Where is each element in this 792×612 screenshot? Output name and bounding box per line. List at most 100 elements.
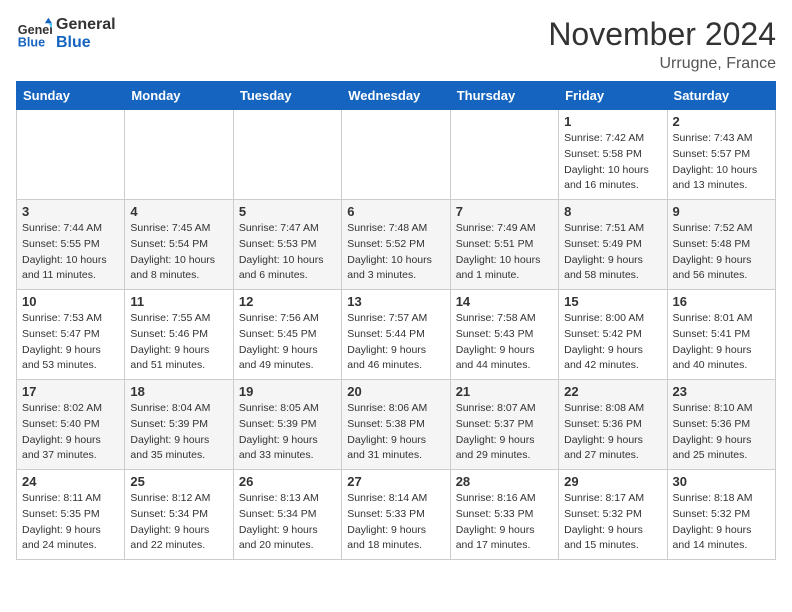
day-number: 5 [239,204,336,219]
day-info: Sunrise: 8:05 AM Sunset: 5:39 PM Dayligh… [239,401,336,464]
calendar-week-2: 10 Sunrise: 7:53 AM Sunset: 5:47 PM Dayli… [17,290,776,380]
day-number: 9 [673,204,770,219]
day-info: Sunrise: 7:51 AM Sunset: 5:49 PM Dayligh… [564,221,661,284]
day-number: 19 [239,384,336,399]
day-info: Sunrise: 8:01 AM Sunset: 5:41 PM Dayligh… [673,311,770,374]
day-info: Sunrise: 8:11 AM Sunset: 5:35 PM Dayligh… [22,491,119,554]
calendar-cell: 26 Sunrise: 8:13 AM Sunset: 5:34 PM Dayli… [233,470,341,560]
logo: General Blue General Blue [16,16,116,52]
day-info: Sunrise: 8:18 AM Sunset: 5:32 PM Dayligh… [673,491,770,554]
day-number: 18 [130,384,227,399]
day-number: 23 [673,384,770,399]
day-number: 26 [239,474,336,489]
calendar-cell: 6 Sunrise: 7:48 AM Sunset: 5:52 PM Daylig… [342,200,450,290]
day-info: Sunrise: 8:16 AM Sunset: 5:33 PM Dayligh… [456,491,553,554]
weekday-header-saturday: Saturday [667,82,775,110]
calendar-cell: 15Sunrise: 8:00 AM Sunset: 5:42 PM Dayli… [559,290,667,380]
calendar-cell: 3Sunrise: 7:44 AM Sunset: 5:55 PM Daylig… [17,200,125,290]
day-number: 27 [347,474,444,489]
svg-text:Blue: Blue [18,36,45,50]
calendar-cell: 30 Sunrise: 8:18 AM Sunset: 5:32 PM Dayli… [667,470,775,560]
day-number: 11 [130,294,227,309]
day-number: 12 [239,294,336,309]
day-info: Sunrise: 8:04 AM Sunset: 5:39 PM Dayligh… [130,401,227,464]
day-info: Sunrise: 7:48 AM Sunset: 5:52 PM Dayligh… [347,221,444,284]
calendar-cell: 17Sunrise: 8:02 AM Sunset: 5:40 PM Dayli… [17,380,125,470]
calendar-cell: 7 Sunrise: 7:49 AM Sunset: 5:51 PM Daylig… [450,200,558,290]
calendar-cell [233,110,341,200]
day-info: Sunrise: 7:52 AM Sunset: 5:48 PM Dayligh… [673,221,770,284]
day-info: Sunrise: 8:10 AM Sunset: 5:36 PM Dayligh… [673,401,770,464]
calendar-cell: 28 Sunrise: 8:16 AM Sunset: 5:33 PM Dayli… [450,470,558,560]
day-number: 14 [456,294,553,309]
day-info: Sunrise: 7:49 AM Sunset: 5:51 PM Dayligh… [456,221,553,284]
page-header: General Blue General Blue November 2024 … [16,16,776,73]
day-info: Sunrise: 7:57 AM Sunset: 5:44 PM Dayligh… [347,311,444,374]
location-subtitle: Urrugne, France [548,55,776,73]
calendar-cell: 5 Sunrise: 7:47 AM Sunset: 5:53 PM Daylig… [233,200,341,290]
logo-line1: General [56,16,116,34]
day-number: 6 [347,204,444,219]
calendar-table: SundayMondayTuesdayWednesdayThursdayFrid… [16,81,776,560]
calendar-cell: 24 Sunrise: 8:11 AM Sunset: 5:35 PM Dayli… [17,470,125,560]
day-info: Sunrise: 7:45 AM Sunset: 5:54 PM Dayligh… [130,221,227,284]
day-info: Sunrise: 7:44 AM Sunset: 5:55 PM Dayligh… [22,221,119,284]
day-info: Sunrise: 8:13 AM Sunset: 5:34 PM Dayligh… [239,491,336,554]
day-number: 21 [456,384,553,399]
calendar-week-3: 17Sunrise: 8:02 AM Sunset: 5:40 PM Dayli… [17,380,776,470]
day-number: 24 [22,474,119,489]
calendar-cell: 12 Sunrise: 7:56 AM Sunset: 5:45 PM Dayli… [233,290,341,380]
day-number: 22 [564,384,661,399]
day-number: 4 [130,204,227,219]
weekday-header-friday: Friday [559,82,667,110]
calendar-cell: 23 Sunrise: 8:10 AM Sunset: 5:36 PM Dayli… [667,380,775,470]
calendar-cell: 4 Sunrise: 7:45 AM Sunset: 5:54 PM Daylig… [125,200,233,290]
day-number: 28 [456,474,553,489]
day-info: Sunrise: 7:43 AM Sunset: 5:57 PM Dayligh… [673,131,770,194]
logo-icon: General Blue [16,16,52,52]
month-title: November 2024 [548,16,776,53]
calendar-week-4: 24 Sunrise: 8:11 AM Sunset: 5:35 PM Dayli… [17,470,776,560]
calendar-cell: 19 Sunrise: 8:05 AM Sunset: 5:39 PM Dayli… [233,380,341,470]
day-number: 8 [564,204,661,219]
day-number: 15 [564,294,661,309]
day-number: 17 [22,384,119,399]
day-number: 25 [130,474,227,489]
day-info: Sunrise: 8:14 AM Sunset: 5:33 PM Dayligh… [347,491,444,554]
day-number: 29 [564,474,661,489]
calendar-cell [342,110,450,200]
calendar-cell: 16Sunrise: 8:01 AM Sunset: 5:41 PM Dayli… [667,290,775,380]
day-info: Sunrise: 8:08 AM Sunset: 5:36 PM Dayligh… [564,401,661,464]
calendar-cell: 18 Sunrise: 8:04 AM Sunset: 5:39 PM Dayli… [125,380,233,470]
calendar-cell: 1Sunrise: 7:42 AM Sunset: 5:58 PM Daylig… [559,110,667,200]
day-number: 30 [673,474,770,489]
day-number: 13 [347,294,444,309]
title-block: November 2024 Urrugne, France [548,16,776,73]
calendar-header: SundayMondayTuesdayWednesdayThursdayFrid… [17,82,776,110]
day-info: Sunrise: 7:53 AM Sunset: 5:47 PM Dayligh… [22,311,119,374]
calendar-cell: 14 Sunrise: 7:58 AM Sunset: 5:43 PM Dayli… [450,290,558,380]
day-info: Sunrise: 7:47 AM Sunset: 5:53 PM Dayligh… [239,221,336,284]
weekday-header-tuesday: Tuesday [233,82,341,110]
weekday-header-monday: Monday [125,82,233,110]
calendar-cell [450,110,558,200]
calendar-cell: 10 Sunrise: 7:53 AM Sunset: 5:47 PM Dayli… [17,290,125,380]
day-info: Sunrise: 8:07 AM Sunset: 5:37 PM Dayligh… [456,401,553,464]
weekday-header-thursday: Thursday [450,82,558,110]
day-number: 10 [22,294,119,309]
day-info: Sunrise: 7:42 AM Sunset: 5:58 PM Dayligh… [564,131,661,194]
calendar-week-0: 1Sunrise: 7:42 AM Sunset: 5:58 PM Daylig… [17,110,776,200]
day-info: Sunrise: 7:58 AM Sunset: 5:43 PM Dayligh… [456,311,553,374]
calendar-cell: 20Sunrise: 8:06 AM Sunset: 5:38 PM Dayli… [342,380,450,470]
calendar-cell: 25Sunrise: 8:12 AM Sunset: 5:34 PM Dayli… [125,470,233,560]
calendar-cell [17,110,125,200]
day-number: 7 [456,204,553,219]
day-info: Sunrise: 7:56 AM Sunset: 5:45 PM Dayligh… [239,311,336,374]
day-info: Sunrise: 8:17 AM Sunset: 5:32 PM Dayligh… [564,491,661,554]
weekday-header-wednesday: Wednesday [342,82,450,110]
day-info: Sunrise: 8:06 AM Sunset: 5:38 PM Dayligh… [347,401,444,464]
calendar-cell: 21 Sunrise: 8:07 AM Sunset: 5:37 PM Dayli… [450,380,558,470]
day-info: Sunrise: 7:55 AM Sunset: 5:46 PM Dayligh… [130,311,227,374]
calendar-cell: 27 Sunrise: 8:14 AM Sunset: 5:33 PM Dayli… [342,470,450,560]
calendar-week-1: 3Sunrise: 7:44 AM Sunset: 5:55 PM Daylig… [17,200,776,290]
